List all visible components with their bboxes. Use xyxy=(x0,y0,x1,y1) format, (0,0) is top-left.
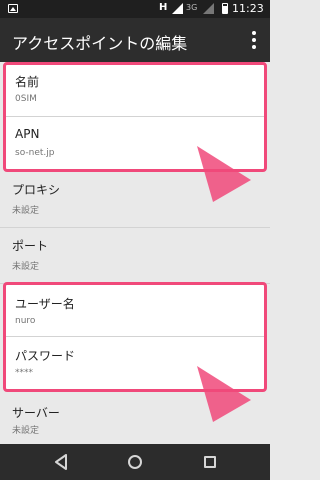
setting-label: ユーザー名 xyxy=(15,297,75,311)
setting-value: 未設定 xyxy=(12,206,40,216)
wifi-signal-icon xyxy=(172,3,183,14)
setting-label: パスワード xyxy=(15,349,76,363)
status-time: 11:23 xyxy=(232,2,264,15)
setting-label: プロキシ xyxy=(12,183,61,197)
setting-row-server[interactable]: サーバー 未設定 xyxy=(0,392,270,444)
setting-label: 名前 xyxy=(15,75,40,89)
setting-value: so-net.jp xyxy=(15,148,55,158)
home-icon[interactable] xyxy=(128,455,142,469)
setting-label: ポート xyxy=(12,239,49,253)
battery-icon xyxy=(222,3,228,14)
setting-value: 未設定 xyxy=(12,426,40,436)
setting-label: APN xyxy=(15,127,40,141)
app-bar: アクセスポイントの編集 xyxy=(0,18,270,62)
back-icon[interactable] xyxy=(54,454,68,470)
more-vert-icon[interactable] xyxy=(248,30,268,50)
setting-row-name[interactable]: 名前 0SIM xyxy=(6,65,264,117)
setting-value: 未設定 xyxy=(12,262,40,272)
network-type-indicator: H xyxy=(159,2,168,13)
navigation-bar xyxy=(0,444,270,480)
setting-row-username[interactable]: ユーザー名 nuro xyxy=(6,285,264,337)
setting-row-port[interactable]: ポート 未設定 xyxy=(0,228,270,284)
setting-value: nuro xyxy=(15,316,36,326)
setting-label: サーバー xyxy=(12,406,60,420)
gallery-notification-icon xyxy=(8,4,18,13)
settings-list: 名前 0SIM APN so-net.jp プロキシ 未設定 ポート 未設定 ユ… xyxy=(0,62,270,444)
mobile-data-indicator: 3G xyxy=(186,3,198,12)
page-title: アクセスポイントの編集 xyxy=(12,34,188,53)
status-bar: H 3G 11:23 xyxy=(0,0,270,18)
recent-apps-icon[interactable] xyxy=(204,456,216,468)
setting-row-proxy[interactable]: プロキシ 未設定 xyxy=(0,172,270,228)
setting-value: 0SIM xyxy=(15,94,37,104)
setting-value: **** xyxy=(15,368,33,378)
cell-signal-icon xyxy=(203,3,214,14)
